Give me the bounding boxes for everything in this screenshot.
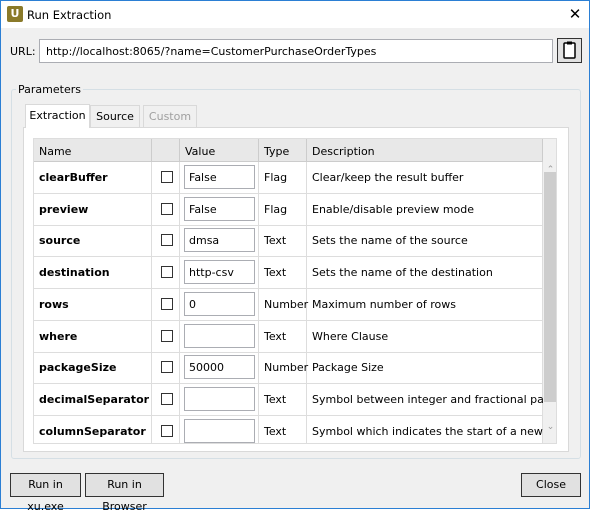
value-cell: 50000 — [180, 352, 259, 384]
copy-clipboard-button[interactable] — [557, 38, 582, 63]
param-type: Text — [259, 225, 307, 257]
param-checkbox[interactable] — [161, 297, 173, 310]
param-value-input[interactable] — [184, 323, 255, 348]
param-description: Sets the name of the destination — [307, 257, 543, 289]
param-checkbox[interactable] — [161, 392, 173, 405]
param-name: packageSize — [34, 352, 152, 384]
param-description: Symbol which indicates the start of a ne… — [307, 415, 556, 443]
param-value-input[interactable]: dmsa — [184, 228, 255, 253]
close-icon[interactable]: ✕ — [565, 4, 585, 24]
column-header-check[interactable] — [152, 139, 180, 162]
vertical-scrollbar[interactable]: ⌃ ⌄ — [543, 139, 556, 443]
url-label: URL: — [10, 45, 36, 58]
value-cell: False — [180, 162, 259, 193]
value-cell — [180, 383, 259, 415]
table-row: destination http-csv Text Sets the name … — [34, 257, 543, 290]
value-cell: 0 — [180, 288, 259, 320]
tab-source[interactable]: Source — [90, 105, 140, 128]
table-row: rows 0 Number Maximum number of rows — [34, 288, 543, 321]
param-type: Flag — [259, 162, 307, 193]
param-value-input[interactable] — [184, 386, 255, 411]
table-row: preview False Flag Enable/disable previe… — [34, 193, 543, 226]
param-name: destination — [34, 257, 152, 289]
param-checkbox[interactable] — [161, 361, 173, 374]
param-checkbox[interactable] — [161, 424, 173, 437]
param-description: Sets the name of the source — [307, 225, 543, 257]
column-header-name[interactable]: Name — [34, 139, 152, 162]
param-description: Clear/keep the result buffer — [307, 162, 543, 193]
close-button[interactable]: Close — [521, 473, 581, 497]
run-in-xu-button[interactable]: Run in xu.exe — [10, 473, 81, 513]
parameters-grid: Name Value Type Description clearBuffer … — [33, 138, 557, 444]
table-row: columnSeparator Text Symbol which indica… — [34, 415, 556, 443]
param-value-input[interactable]: False — [184, 196, 255, 221]
scroll-down-icon[interactable]: ⌄ — [543, 422, 556, 432]
param-description: Where Clause — [307, 320, 543, 352]
scrollbar-thumb[interactable] — [544, 172, 556, 402]
param-description: Symbol between integer and fractional pa… — [307, 383, 553, 415]
param-description: Package Size — [307, 352, 543, 384]
value-cell: dmsa — [180, 225, 259, 257]
parameters-label: Parameters — [16, 83, 83, 96]
param-description: Maximum number of rows — [307, 288, 543, 320]
table-row: clearBuffer False Flag Clear/keep the re… — [34, 162, 543, 194]
param-name: where — [34, 320, 152, 352]
param-checkbox[interactable] — [161, 234, 173, 247]
param-type: Number — [259, 288, 308, 320]
param-value-input[interactable]: http-csv — [184, 260, 255, 285]
param-name: columnSeparator — [34, 415, 152, 443]
param-checkbox[interactable] — [161, 329, 173, 342]
param-value-input[interactable]: 50000 — [184, 355, 255, 380]
param-type: Text — [259, 320, 307, 352]
param-name: source — [34, 225, 152, 257]
param-name: clearBuffer — [34, 162, 152, 193]
window-title: Run Extraction — [27, 8, 112, 22]
param-checkbox[interactable] — [161, 266, 173, 279]
value-cell: False — [180, 193, 259, 225]
tab-extraction[interactable]: Extraction — [25, 104, 90, 128]
column-header-value[interactable]: Value — [180, 139, 259, 162]
param-type: Text — [259, 383, 307, 415]
run-extraction-dialog: U Run Extraction ✕ URL: http://localhost… — [0, 0, 590, 513]
param-type: Text — [259, 415, 307, 443]
value-cell: http-csv — [180, 257, 259, 289]
param-name: preview — [34, 193, 152, 225]
value-cell — [180, 320, 259, 352]
param-type: Number — [259, 352, 308, 384]
tab-custom: Custom — [143, 105, 197, 128]
table-row: source dmsa Text Sets the name of the so… — [34, 225, 543, 258]
param-checkbox[interactable] — [161, 171, 173, 183]
param-value-input[interactable]: False — [184, 165, 255, 189]
param-type: Flag — [259, 193, 307, 225]
clipboard-icon — [563, 41, 576, 59]
param-description: Enable/disable preview mode — [307, 193, 543, 225]
param-type: Text — [259, 257, 307, 289]
title-bar: U Run Extraction ✕ — [1, 1, 589, 28]
param-checkbox[interactable] — [161, 202, 173, 215]
run-in-browser-button[interactable]: Run in Browser — [85, 473, 164, 513]
url-input[interactable]: http://localhost:8065/?name=CustomerPurc… — [39, 39, 553, 63]
column-header-description[interactable]: Description — [307, 139, 543, 162]
param-value-input[interactable]: 0 — [184, 291, 255, 316]
column-header-type[interactable]: Type — [259, 139, 307, 162]
table-row: decimalSeparator Text Symbol between int… — [34, 383, 553, 416]
param-name: decimalSeparator — [34, 383, 152, 415]
table-row: packageSize 50000 Number Package Size — [34, 352, 543, 385]
param-name: rows — [34, 288, 152, 320]
value-cell — [180, 415, 259, 443]
param-value-input[interactable] — [184, 418, 255, 443]
table-row: where Text Where Clause — [34, 320, 543, 353]
app-logo: U — [7, 6, 23, 22]
